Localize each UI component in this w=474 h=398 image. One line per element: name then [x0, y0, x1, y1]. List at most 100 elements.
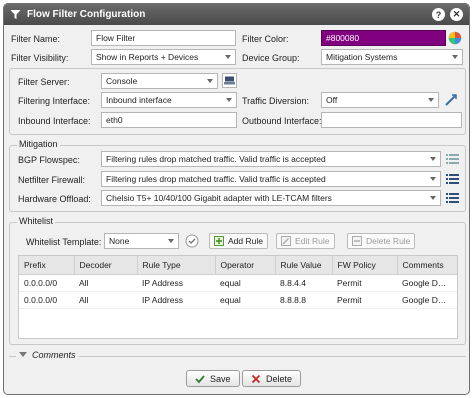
flow-filter-window: Flow Filter Configuration ? ✕ Filter Nam… [3, 3, 470, 395]
outbound-interface-label: Outbound Interface: [242, 116, 322, 126]
whitelist-template-value: None [109, 236, 130, 246]
hardware-offload-select[interactable]: Chelsio T5+ 10/40/100 Gigabit adapter wi… [101, 190, 441, 206]
checkmark-icon [195, 374, 205, 383]
comments-toggle[interactable]: Comments [16, 350, 79, 360]
table-header-row: Prefix Decoder Rule Type Operator Rule V… [19, 256, 457, 275]
column-header[interactable]: Rule Type [137, 256, 216, 275]
cell-prefix: 0.0.0.0/0 [19, 274, 74, 292]
cell-rule-value: 8.8.4.4 [275, 274, 332, 292]
delete-button[interactable]: Delete [242, 370, 302, 387]
help-icon[interactable]: ? [432, 8, 445, 21]
mitigation-legend: Mitigation [17, 139, 60, 149]
column-header[interactable]: Operator [215, 256, 276, 275]
device-group-value: Mitigation Systems [326, 52, 398, 62]
add-icon [214, 236, 224, 246]
cell-operator: equal [215, 274, 275, 292]
column-header[interactable]: Comments [397, 256, 457, 275]
chevron-down-icon [19, 352, 27, 357]
filter-visibility-label: Filter Visibility: [11, 53, 69, 63]
column-header[interactable]: Decoder [74, 256, 138, 275]
filter-name-input[interactable]: Flow Filter [91, 30, 236, 46]
chevron-down-icon [225, 55, 231, 59]
whitelist-legend: Whitelist [17, 216, 56, 226]
cell-decoder: All [74, 291, 137, 309]
window-title: Flow Filter Configuration [27, 9, 146, 20]
whitelist-template-select[interactable]: None [104, 233, 179, 249]
save-label: Save [210, 373, 231, 384]
diversion-icon[interactable] [444, 93, 458, 107]
chevron-down-icon [430, 177, 436, 181]
whitelist-grid: Prefix Decoder Rule Type Operator Rule V… [18, 255, 458, 339]
chevron-down-icon [226, 98, 232, 102]
hardware-offload-label: Hardware Offload: [18, 194, 91, 204]
hardware-offload-value: Chelsio T5+ 10/40/100 Gigabit adapter wi… [106, 193, 332, 203]
bgp-rules-button[interactable] [445, 151, 460, 166]
bgp-flowspec-label: BGP Flowspec: [18, 155, 80, 165]
column-header[interactable]: Rule Value [275, 256, 333, 275]
color-wheel-icon[interactable] [448, 31, 462, 45]
inbound-interface-label: Inbound Interface: [18, 116, 91, 126]
netfilter-value: Filtering rules drop matched traffic. Va… [106, 174, 326, 184]
cell-rule-type: IP Address [137, 291, 215, 309]
filter-visibility-value: Show in Reports + Devices [96, 52, 199, 62]
table-row[interactable]: 0.0.0.0/0 All IP Address equal 8.8.8.8 P… [19, 291, 457, 309]
chevron-down-icon [430, 157, 436, 161]
filtering-interface-value: Inbound interface [106, 95, 172, 105]
list-icon [446, 192, 459, 203]
check-circle-icon[interactable] [185, 234, 199, 248]
chevron-down-icon [452, 55, 458, 59]
bgp-flowspec-select[interactable]: Filtering rules drop matched traffic. Va… [101, 151, 441, 167]
filtering-interface-select[interactable]: Inbound interface [101, 92, 237, 108]
delete-icon [352, 236, 362, 246]
outbound-interface-input[interactable] [321, 112, 462, 128]
filter-server-value: Console [106, 76, 138, 86]
whitelist-template-label: Whitelist Template: [26, 237, 102, 247]
hardware-rules-button[interactable] [445, 190, 460, 205]
netfilter-rules-button[interactable] [445, 171, 460, 186]
filter-color-label: Filter Color: [242, 34, 289, 44]
netfilter-select[interactable]: Filtering rules drop matched traffic. Va… [101, 171, 441, 187]
chevron-down-icon [168, 239, 174, 243]
traffic-diversion-label: Traffic Diversion: [242, 96, 310, 106]
server-icon [224, 76, 235, 85]
filter-color-input[interactable]: #800080 [321, 30, 446, 46]
comments-legend: Comments [32, 350, 76, 360]
netfilter-label: Netfilter Firewall: [18, 175, 86, 185]
cell-comments: Google D… [397, 291, 457, 309]
chevron-down-icon [207, 79, 213, 83]
cell-operator: equal [215, 291, 275, 309]
traffic-diversion-select[interactable]: Off [321, 92, 439, 108]
title-bar[interactable]: Flow Filter Configuration ? ✕ [4, 4, 469, 25]
edit-rule-button[interactable]: Edit Rule [276, 233, 335, 249]
x-icon [251, 374, 261, 383]
cell-decoder: All [74, 274, 137, 292]
save-button[interactable]: Save [186, 370, 240, 387]
delete-label: Delete [266, 373, 293, 384]
table-row[interactable]: 0.0.0.0/0 All IP Address equal 8.8.4.4 P… [19, 274, 457, 292]
column-header[interactable]: Prefix [19, 256, 75, 275]
delete-rule-button[interactable]: Delete Rule [347, 233, 416, 249]
cell-fw-policy: Permit [332, 274, 397, 292]
bgp-flowspec-value: Filtering rules drop matched traffic. Va… [106, 154, 326, 164]
list-icon [446, 153, 459, 164]
filter-visibility-select[interactable]: Show in Reports + Devices [91, 49, 236, 65]
traffic-diversion-value: Off [326, 95, 338, 105]
filtering-interface-label: Filtering Interface: [18, 96, 91, 106]
cell-comments: Google D… [397, 274, 457, 292]
add-rule-label: Add Rule [228, 236, 263, 246]
server-button[interactable] [222, 73, 237, 88]
cell-prefix: 0.0.0.0/0 [19, 291, 74, 309]
edit-rule-label: Edit Rule [295, 236, 330, 246]
chevron-down-icon [430, 196, 436, 200]
close-icon[interactable]: ✕ [450, 8, 463, 21]
edit-icon [281, 236, 291, 246]
device-group-select[interactable]: Mitigation Systems [321, 49, 463, 65]
add-rule-button[interactable]: Add Rule [209, 233, 268, 249]
column-header[interactable]: FW Policy [332, 256, 398, 275]
cell-fw-policy: Permit [332, 291, 397, 309]
filter-server-label: Filter Server: [18, 77, 70, 87]
delete-rule-label: Delete Rule [366, 236, 411, 246]
inbound-interface-input[interactable]: eth0 [101, 112, 237, 128]
filter-server-select[interactable]: Console [101, 73, 218, 89]
list-icon [446, 173, 459, 184]
